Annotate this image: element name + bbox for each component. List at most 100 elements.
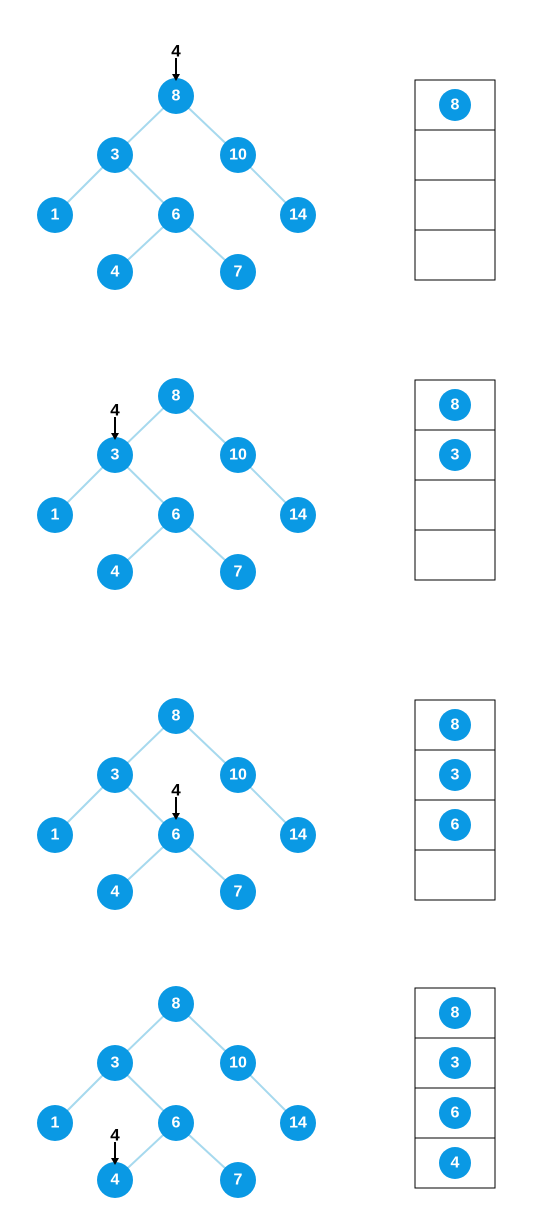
- tree-node-label: 3: [111, 147, 120, 164]
- tree-node-10: 10: [220, 137, 256, 173]
- stack-cell-label: 4: [451, 1155, 460, 1172]
- tree-node-label: 1: [51, 207, 60, 224]
- tree-node-label: 4: [111, 884, 120, 901]
- tree-node-3: 3: [97, 137, 133, 173]
- tree-node-label: 14: [289, 207, 307, 224]
- stack-cell-label: 6: [451, 817, 460, 834]
- search-value-label: 4: [110, 1126, 120, 1145]
- search-arrow: 4: [171, 781, 181, 821]
- stack-cell-3: 4: [439, 1147, 471, 1179]
- stack: 8 3 6 4: [415, 988, 495, 1188]
- tree-node-8: 8: [158, 698, 194, 734]
- tree-node-6: 6: [158, 197, 194, 233]
- stack: 83: [415, 380, 495, 580]
- tree-node-label: 1: [51, 1115, 60, 1132]
- stack-cell-label: 8: [451, 717, 460, 734]
- stack: 8: [415, 80, 495, 280]
- tree-node-3: 3: [97, 437, 133, 473]
- stack-cell-label: 3: [451, 767, 460, 784]
- tree-node-label: 3: [111, 1055, 120, 1072]
- tree-node-label: 1: [51, 827, 60, 844]
- diagram-root: 1346781014481346781014483134678101448361…: [0, 0, 555, 1208]
- tree-node-label: 14: [289, 1115, 307, 1132]
- tree-node-14: 14: [280, 1105, 316, 1141]
- tree-node-label: 6: [172, 207, 181, 224]
- tree-node-7: 7: [220, 554, 256, 590]
- tree-node-label: 14: [289, 507, 307, 524]
- tree-node-label: 10: [229, 1055, 247, 1072]
- stack-cell-1: 3: [439, 439, 471, 471]
- search-value-label: 4: [171, 781, 181, 800]
- tree-node-3: 3: [97, 1045, 133, 1081]
- stack-cell-2: 6: [439, 809, 471, 841]
- search-arrow: 4: [171, 42, 181, 82]
- tree-node-label: 1: [51, 507, 60, 524]
- stack-cell-label: 6: [451, 1105, 460, 1122]
- stack-cell-0: 8: [439, 709, 471, 741]
- search-arrow: 4: [110, 401, 120, 441]
- tree-node-label: 3: [111, 447, 120, 464]
- tree-node-4: 4: [97, 254, 133, 290]
- tree-node-label: 10: [229, 767, 247, 784]
- tree-node-6: 6: [158, 1105, 194, 1141]
- tree-node-10: 10: [220, 1045, 256, 1081]
- stack-cell-label: 3: [451, 447, 460, 464]
- tree-node-label: 4: [111, 1172, 120, 1189]
- tree-node-label: 10: [229, 147, 247, 164]
- stack-cell-0: 8: [439, 997, 471, 1029]
- tree-node-1: 1: [37, 497, 73, 533]
- tree-node-label: 4: [111, 264, 120, 281]
- stack-cell-2: 6: [439, 1097, 471, 1129]
- tree-node-label: 4: [111, 564, 120, 581]
- stack-cell-label: 8: [451, 397, 460, 414]
- tree: 1 3 4 6 7 8 10 14 4: [37, 986, 316, 1198]
- tree-node-label: 10: [229, 447, 247, 464]
- search-value-label: 4: [171, 42, 181, 61]
- stack-cell-label: 3: [451, 1055, 460, 1072]
- stack: 8 3 6: [415, 700, 495, 900]
- stack-cell-label: 8: [451, 1005, 460, 1022]
- tree-node-6: 6: [158, 497, 194, 533]
- tree-node-label: 8: [172, 88, 181, 105]
- tree-node-label: 7: [234, 884, 243, 901]
- tree-node-label: 8: [172, 996, 181, 1013]
- tree-node-label: 7: [234, 264, 243, 281]
- tree-node-1: 1: [37, 817, 73, 853]
- tree-node-10: 10: [220, 757, 256, 793]
- tree-node-4: 4: [97, 554, 133, 590]
- stack-cell-1: 3: [439, 759, 471, 791]
- tree-node-14: 14: [280, 817, 316, 853]
- tree-node-label: 7: [234, 564, 243, 581]
- tree-node-14: 14: [280, 197, 316, 233]
- tree-node-4: 4: [97, 1162, 133, 1198]
- tree-node-8: 8: [158, 78, 194, 114]
- tree-node-6: 6: [158, 817, 194, 853]
- stack-cell-1: 3: [439, 1047, 471, 1079]
- diagram-svg: 1346781014481346781014483134678101448361…: [0, 0, 555, 1208]
- tree-node-10: 10: [220, 437, 256, 473]
- tree-node-label: 7: [234, 1172, 243, 1189]
- tree-node-1: 1: [37, 1105, 73, 1141]
- tree-node-1: 1: [37, 197, 73, 233]
- tree: 1 3 4 6 7 8 10 14 4: [37, 378, 316, 590]
- tree-node-label: 8: [172, 708, 181, 725]
- tree-node-8: 8: [158, 378, 194, 414]
- search-arrow: 4: [110, 1126, 120, 1166]
- tree-node-label: 14: [289, 827, 307, 844]
- tree-node-label: 3: [111, 767, 120, 784]
- tree-node-3: 3: [97, 757, 133, 793]
- tree-node-label: 6: [172, 507, 181, 524]
- tree-node-label: 6: [172, 827, 181, 844]
- tree-node-label: 8: [172, 388, 181, 405]
- tree-node-7: 7: [220, 874, 256, 910]
- stack-cell-label: 8: [451, 97, 460, 114]
- tree: 1 3 4 6 7 8 10 14 4: [37, 698, 316, 910]
- tree: 1 3 4 6 7 8 10 14 4: [37, 42, 316, 291]
- tree-node-7: 7: [220, 1162, 256, 1198]
- tree-node-label: 6: [172, 1115, 181, 1132]
- stack-cell-0: 8: [439, 89, 471, 121]
- tree-node-14: 14: [280, 497, 316, 533]
- stack-cell-0: 8: [439, 389, 471, 421]
- search-value-label: 4: [110, 401, 120, 420]
- tree-node-4: 4: [97, 874, 133, 910]
